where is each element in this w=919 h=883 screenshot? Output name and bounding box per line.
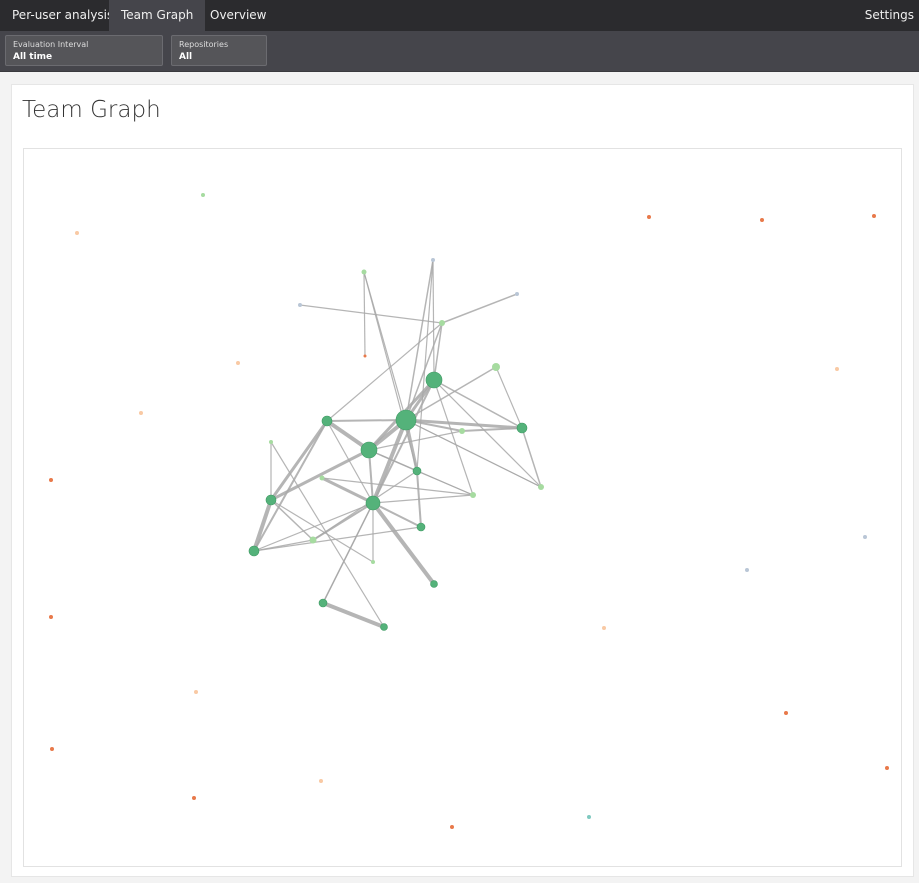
graph-node[interactable] (363, 354, 367, 358)
graph-node[interactable] (49, 478, 53, 482)
graph-edge (371, 501, 436, 586)
graph-edge (441, 293, 518, 324)
graph-node[interactable] (602, 626, 606, 630)
settings-link[interactable]: Settings (865, 0, 914, 31)
graph-node[interactable] (416, 522, 426, 532)
graph-node[interactable] (412, 466, 422, 476)
top-nav-bar: Per-user analysis Team Graph Overview Se… (0, 0, 919, 31)
graph-node[interactable] (371, 560, 375, 564)
graph-edge (321, 477, 474, 496)
graph-node[interactable] (760, 218, 764, 222)
graph-edge (461, 427, 523, 432)
graph-edge (322, 601, 385, 629)
graph-node[interactable] (298, 303, 302, 307)
graph-node[interactable] (361, 269, 367, 275)
graph-node[interactable] (50, 747, 54, 751)
graph-edge (299, 304, 443, 324)
tab-overview[interactable]: Overview (198, 0, 279, 31)
filter-value: All time (13, 52, 53, 62)
graph-edge (270, 499, 314, 541)
filter-label: Evaluation Interval (13, 40, 89, 49)
graph-node[interactable] (647, 215, 651, 219)
graph-node[interactable] (319, 779, 323, 783)
graph-edge (495, 366, 523, 429)
graph-node[interactable] (425, 371, 443, 389)
graph-node[interactable] (75, 231, 79, 235)
graph-node[interactable] (201, 193, 205, 197)
graph-node[interactable] (318, 598, 328, 608)
graph-edge (253, 502, 374, 552)
graph-node[interactable] (784, 711, 788, 715)
tab-per-user-analysis[interactable]: Per-user analysis (0, 0, 125, 31)
team-graph-svg[interactable] (24, 149, 901, 866)
graph-edge (363, 271, 418, 472)
graph-node[interactable] (192, 796, 196, 800)
graph-node[interactable] (470, 492, 476, 498)
graph-node[interactable] (380, 623, 388, 631)
graph-node[interactable] (395, 409, 417, 431)
graph-node[interactable] (450, 825, 454, 829)
graph-node[interactable] (194, 690, 198, 694)
graph-node[interactable] (321, 415, 333, 427)
graph-node[interactable] (430, 580, 438, 588)
evaluation-interval-filter[interactable]: Evaluation Interval All time (5, 35, 163, 66)
graph-node[interactable] (492, 363, 500, 371)
graph-node[interactable] (309, 536, 317, 544)
graph-node[interactable] (439, 320, 445, 326)
graph-node[interactable] (360, 441, 378, 459)
filter-value: All (179, 52, 193, 62)
graph-node[interactable] (835, 367, 839, 371)
graph-node[interactable] (872, 214, 876, 218)
graph-edge (416, 259, 434, 472)
graph-node[interactable] (745, 568, 749, 572)
graph-node[interactable] (236, 361, 240, 365)
graph-node[interactable] (319, 475, 325, 481)
graph-node[interactable] (431, 258, 435, 262)
graph-node[interactable] (515, 292, 519, 296)
graph-edge (363, 271, 366, 357)
main-panel: Team Graph (11, 84, 914, 877)
graph-node[interactable] (863, 535, 867, 539)
graph-edge (253, 420, 328, 552)
graph-node[interactable] (587, 815, 591, 819)
graph-edge (433, 322, 443, 381)
graph-node[interactable] (248, 545, 260, 557)
filter-bar: Evaluation Interval All time Repositorie… (0, 31, 919, 72)
graph-node[interactable] (538, 484, 544, 490)
graph-edge (433, 379, 523, 429)
graph-node[interactable] (265, 494, 277, 506)
filter-label: Repositories (179, 40, 229, 49)
team-graph-canvas[interactable] (23, 148, 902, 867)
graph-node[interactable] (269, 440, 273, 444)
graph-node[interactable] (139, 411, 143, 415)
graph-node[interactable] (459, 428, 465, 434)
graph-edge (253, 526, 422, 552)
graph-node[interactable] (516, 422, 528, 434)
page-title: Team Graph (22, 97, 161, 123)
graph-node[interactable] (885, 766, 889, 770)
repositories-filter[interactable]: Repositories All (171, 35, 267, 66)
graph-node[interactable] (49, 615, 53, 619)
graph-edge (432, 259, 435, 381)
graph-node[interactable] (365, 495, 381, 511)
tab-team-graph[interactable]: Team Graph (109, 0, 206, 31)
graph-edge (372, 494, 474, 504)
